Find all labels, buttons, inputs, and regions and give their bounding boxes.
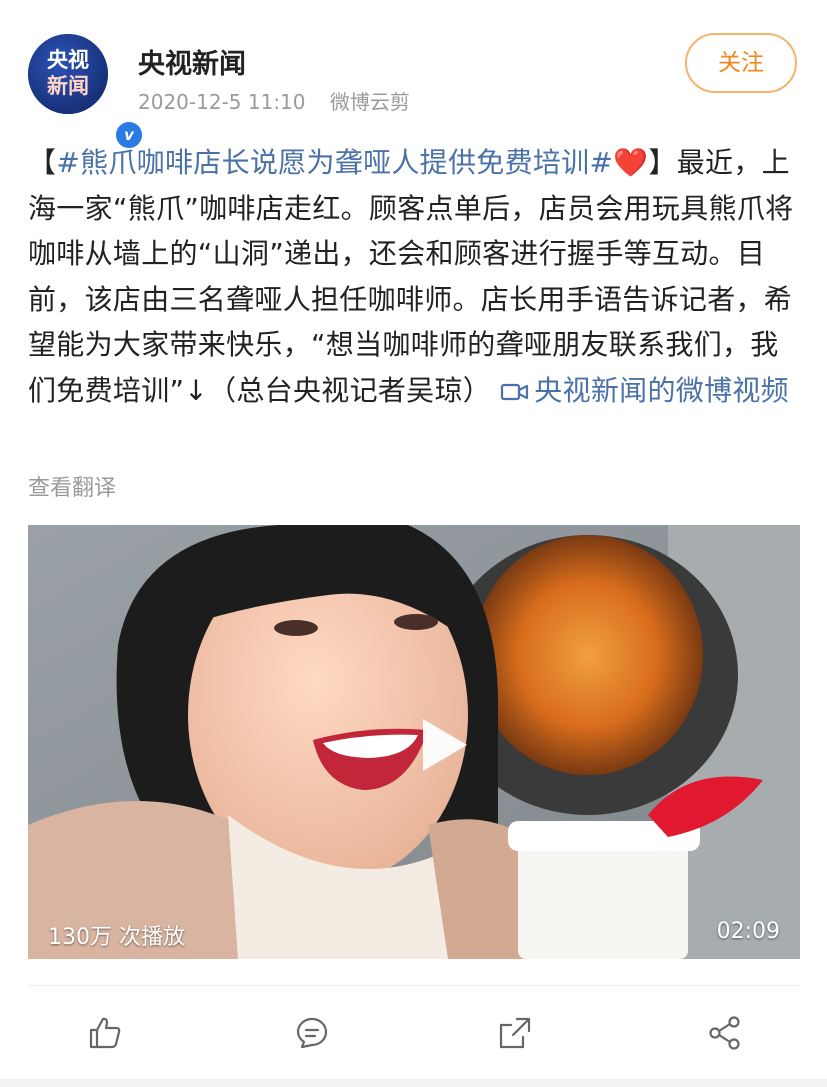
hashtag-link[interactable]: #熊爪咖啡店长说愿为聋哑人提供免费培训# bbox=[56, 146, 613, 179]
repost-icon bbox=[499, 1017, 531, 1049]
video-duration: 02:09 bbox=[716, 919, 780, 944]
post-body-text: 】最近，上海一家“熊爪”咖啡店走红。顾客点单后，店员会用玩具熊爪将咖啡从墙上的“… bbox=[28, 146, 794, 407]
post-meta: 2020-12-5 11:10 微博云剪 bbox=[138, 86, 428, 115]
post-timestamp: 2020-12-5 11:10 bbox=[138, 90, 306, 114]
translate-link[interactable]: 查看翻译 bbox=[28, 470, 116, 502]
video-link[interactable]: 央视新闻的微博视频 bbox=[500, 374, 789, 407]
avatar-logo-line-2: 新闻 bbox=[47, 74, 89, 98]
post-source: 微博云剪 bbox=[329, 90, 410, 114]
share-icon bbox=[709, 1016, 740, 1050]
video-player[interactable]: 130万 次播放 02:09 bbox=[28, 525, 800, 959]
post-body: 【#熊爪咖啡店长说愿为聋哑人提供免费培训#❤️】最近，上海一家“熊爪”咖啡店走红… bbox=[28, 140, 803, 413]
avatar-image: 央视 新闻 bbox=[28, 34, 108, 114]
avatar[interactable]: 央视 新闻 v bbox=[28, 34, 144, 150]
post-header: 央视 新闻 v 央视新闻 2020-12-5 11:10 微博云剪 关注 bbox=[0, 0, 827, 150]
account-name[interactable]: 央视新闻 bbox=[138, 42, 246, 81]
play-icon[interactable] bbox=[413, 715, 473, 775]
repost-button[interactable] bbox=[485, 1005, 545, 1061]
divider bbox=[28, 985, 800, 986]
video-camera-icon bbox=[501, 383, 529, 400]
like-button[interactable] bbox=[75, 1005, 135, 1061]
view-count: 130万 次播放 bbox=[48, 925, 185, 950]
bottom-separator bbox=[0, 1079, 827, 1087]
heart-emoji: ❤️ bbox=[613, 146, 649, 179]
comment-icon bbox=[296, 1017, 328, 1049]
thumbs-up-icon bbox=[89, 1017, 121, 1049]
action-bar bbox=[0, 1005, 827, 1065]
avatar-logo-line-1: 央视 bbox=[47, 48, 89, 72]
open-bracket: 【 bbox=[28, 146, 57, 179]
video-link-label: 央视新闻的微博视频 bbox=[534, 373, 789, 407]
comment-button[interactable] bbox=[282, 1005, 342, 1061]
follow-button[interactable]: 关注 bbox=[685, 33, 797, 93]
share-button[interactable] bbox=[695, 1005, 755, 1061]
